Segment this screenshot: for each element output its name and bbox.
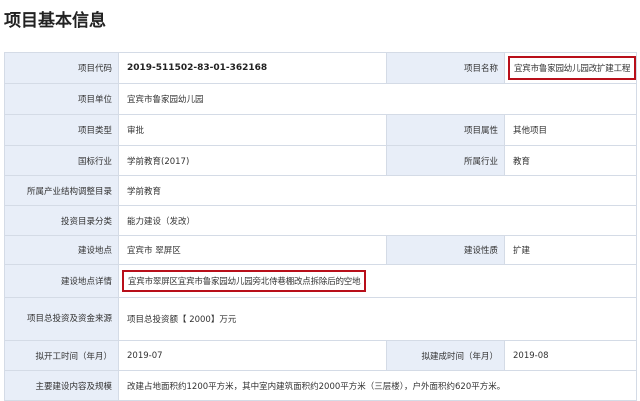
investment-category-value: 能力建设（发改） [118,205,637,236]
project-info-table: 项目代码 2019-511502-83-01-362168 项目名称 宜宾市鲁家… [4,52,637,401]
project-name-cell: 宜宾市鲁家园幼儿园改扩建工程 [504,52,637,84]
completion-date-value: 2019-08 [504,340,637,371]
location-detail-value: 宜宾市翠屏区宜宾市鲁家园幼儿园旁北侍巷棚改点拆除后的空地 [122,270,367,292]
total-investment-label: 项目总投资及资金来源 [4,297,119,341]
table-row: 拟开工时间（年月） 2019-07 拟建成时间（年月） 2019-08 [4,340,637,371]
project-unit-value: 宜宾市鲁家园幼儿园 [118,83,637,115]
location-value: 宜宾市 翠屏区 [118,235,387,265]
project-type-label: 项目类型 [4,114,119,146]
national-industry-label: 国标行业 [4,145,119,176]
table-row: 项目代码 2019-511502-83-01-362168 项目名称 宜宾市鲁家… [4,52,637,84]
national-industry-value: 学前教育(2017) [118,145,387,176]
project-attribute-value: 其他项目 [504,114,637,146]
table-row: 项目单位 宜宾市鲁家园幼儿园 [4,83,637,115]
main-content-value: 改建占地面积约1200平方米，其中室内建筑面积约2000平方米（三层楼），户外面… [118,370,637,401]
start-date-label: 拟开工时间（年月） [4,340,119,371]
location-detail-label: 建设地点详情 [4,264,119,298]
construction-nature-label: 建设性质 [386,235,505,265]
project-name-value: 宜宾市鲁家园幼儿园改扩建工程 [508,56,637,80]
project-name-label: 项目名称 [386,52,505,84]
location-detail-cell: 宜宾市翠屏区宜宾市鲁家园幼儿园旁北侍巷棚改点拆除后的空地 [118,264,637,298]
sector-label: 所属行业 [386,145,505,176]
page-title: 项目基本信息 [4,11,106,31]
project-attribute-label: 项目属性 [386,114,505,146]
project-code-label: 项目代码 [4,52,119,84]
table-row: 国标行业 学前教育(2017) 所属行业 教育 [4,145,637,176]
completion-date-label: 拟建成时间（年月） [386,340,505,371]
table-row: 建设地点详情 宜宾市翠屏区宜宾市鲁家园幼儿园旁北侍巷棚改点拆除后的空地 [4,264,637,298]
project-type-value: 审批 [118,114,387,146]
total-investment-value: 项目总投资额【 2000】万元 [118,297,637,341]
main-content-label: 主要建设内容及规模 [4,370,119,401]
table-row: 投资目录分类 能力建设（发改） [4,205,637,236]
sector-value: 教育 [504,145,637,176]
location-label: 建设地点 [4,235,119,265]
construction-nature-value: 扩建 [504,235,637,265]
table-row: 所属产业结构调整目录 学前教育 [4,175,637,206]
industry-catalog-label: 所属产业结构调整目录 [4,175,119,206]
investment-category-label: 投资目录分类 [4,205,119,236]
table-row: 建设地点 宜宾市 翠屏区 建设性质 扩建 [4,235,637,265]
table-row: 主要建设内容及规模 改建占地面积约1200平方米，其中室内建筑面积约2000平方… [4,370,637,401]
start-date-value: 2019-07 [118,340,387,371]
table-row: 项目总投资及资金来源 项目总投资额【 2000】万元 [4,297,637,341]
industry-catalog-value: 学前教育 [118,175,637,206]
table-row: 项目类型 审批 项目属性 其他项目 [4,114,637,146]
project-unit-label: 项目单位 [4,83,119,115]
project-code-value: 2019-511502-83-01-362168 [118,52,387,84]
